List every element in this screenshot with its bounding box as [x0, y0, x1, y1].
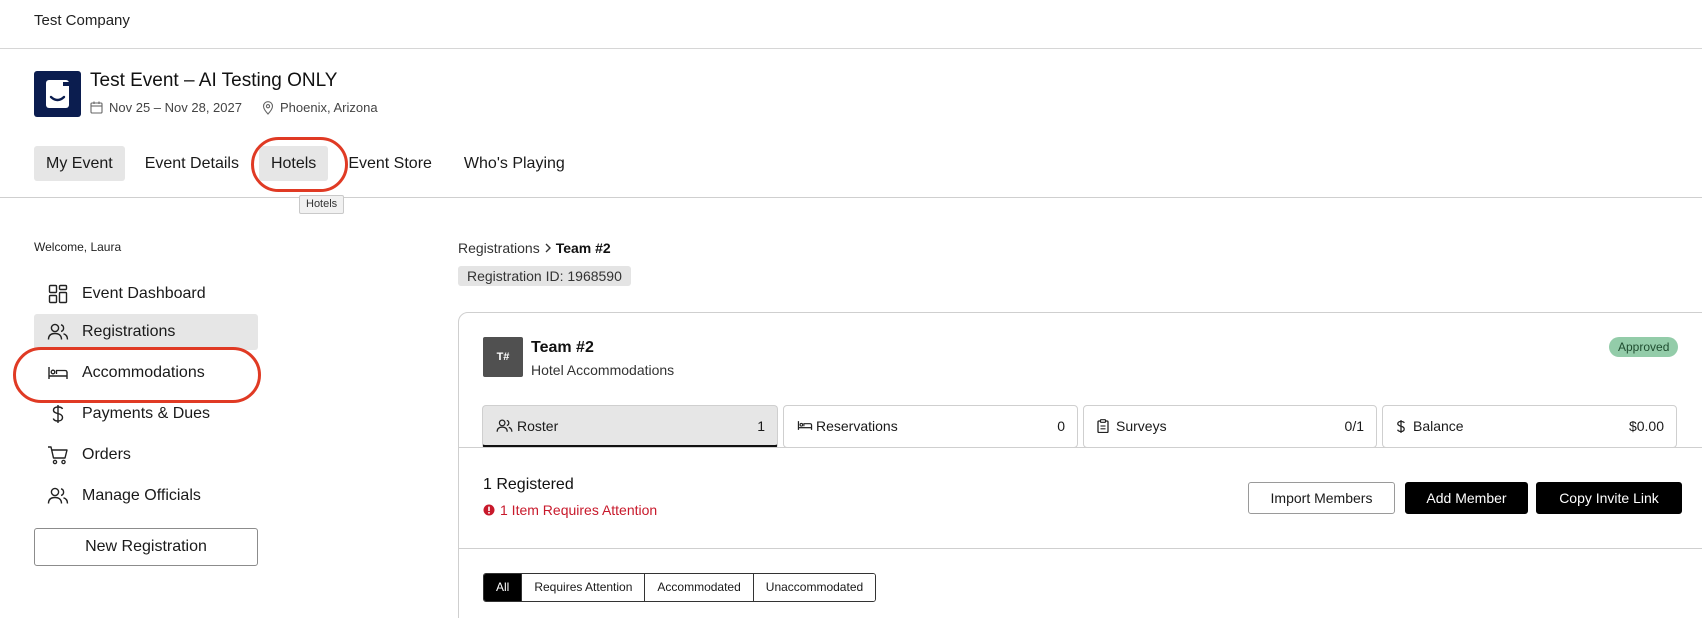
attention-text: 1 Item Requires Attention — [500, 502, 658, 518]
team-avatar: T# — [483, 337, 523, 377]
nav-divider — [0, 197, 1702, 198]
users-icon — [34, 487, 82, 505]
location-pin-icon — [262, 100, 274, 115]
bed-icon — [797, 419, 813, 432]
sidebar-item-accommodations[interactable]: Accommodations — [34, 355, 258, 391]
sidebar-item-label: Orders — [82, 446, 131, 463]
clipboard-icon — [1097, 419, 1109, 433]
bed-icon — [34, 365, 82, 381]
sidebar-item-label: Event Dashboard — [82, 285, 206, 302]
roster-label: Roster — [517, 418, 559, 434]
users-icon — [496, 419, 513, 433]
team-name: Team #2 — [531, 339, 594, 356]
sidebar-item-payments-dues[interactable]: Payments & Dues — [34, 396, 258, 432]
tab-surveys[interactable]: Surveys 0/1 — [1083, 405, 1377, 448]
tab-roster[interactable]: Roster 1 — [482, 405, 778, 448]
event-nav: My Event Event Details Hotels Event Stor… — [34, 146, 577, 181]
event-dates: Nov 25 – Nov 28, 2027 — [109, 100, 242, 115]
surveys-count: 0/1 — [1344, 418, 1364, 434]
sidebar-item-label: Payments & Dues — [82, 405, 211, 422]
team-subtitle: Hotel Accommodations — [531, 362, 675, 378]
top-bar: Test Company — [0, 0, 1702, 49]
sidebar-item-event-dashboard[interactable]: Event Dashboard — [34, 276, 258, 312]
hotels-tooltip: Hotels — [299, 195, 345, 214]
chevron-right-icon — [544, 240, 552, 256]
sidebar-item-label: Accommodations — [82, 364, 205, 381]
tab-event-store[interactable]: Event Store — [336, 146, 444, 181]
dollar-icon — [34, 404, 82, 424]
breadcrumb-parent-link[interactable]: Registrations — [458, 240, 540, 256]
tab-my-event[interactable]: My Event — [34, 146, 125, 181]
balance-label: Balance — [1413, 418, 1464, 434]
company-name[interactable]: Test Company — [34, 12, 130, 29]
registration-id-badge: Registration ID: 1968590 — [458, 266, 631, 286]
cart-icon — [34, 445, 82, 465]
calendar-icon — [90, 101, 103, 114]
reservations-label: Reservations — [816, 418, 898, 434]
sidebar-item-manage-officials[interactable]: Manage Officials — [34, 478, 258, 514]
users-icon — [34, 323, 82, 341]
welcome-text: Welcome, Laura — [34, 240, 122, 254]
add-member-button[interactable]: Add Member — [1405, 482, 1528, 514]
breadcrumb-current: Team #2 — [555, 240, 611, 256]
tab-balance[interactable]: Balance $0.00 — [1382, 405, 1677, 448]
filter-segmented-control: All Requires Attention Accommodated Unac… — [483, 573, 877, 602]
import-members-button[interactable]: Import Members — [1248, 482, 1395, 514]
tab-reservations[interactable]: Reservations 0 — [783, 405, 1078, 448]
new-registration-button[interactable]: New Registration — [34, 528, 258, 566]
registered-count: 1 Registered — [483, 476, 574, 493]
roster-count: 1 — [757, 418, 765, 434]
surveys-label: Surveys — [1116, 418, 1167, 434]
tab-hotels[interactable]: Hotels — [258, 146, 329, 181]
breadcrumb: Registrations Team #2 — [458, 240, 611, 256]
event-meta: Nov 25 – Nov 28, 2027 Phoenix, Arizona — [90, 100, 378, 115]
filter-unaccommodated[interactable]: Unaccommodated — [753, 574, 876, 601]
filter-accommodated[interactable]: Accommodated — [645, 574, 754, 601]
reservations-count: 0 — [1057, 418, 1065, 434]
attention-notice: 1 Item Requires Attention — [483, 502, 657, 518]
balance-amount: $0.00 — [1628, 418, 1664, 434]
sidebar-item-orders[interactable]: Orders — [34, 437, 258, 473]
tab-event-details[interactable]: Event Details — [133, 146, 251, 181]
section-divider — [459, 548, 1702, 549]
alert-circle-icon — [483, 504, 495, 516]
filter-requires-attention[interactable]: Requires Attention — [522, 574, 646, 601]
stats-divider — [459, 447, 1702, 448]
sidebar-item-registrations[interactable]: Registrations — [34, 314, 258, 350]
dollar-icon — [1396, 419, 1406, 434]
sidebar-item-label: Manage Officials — [82, 487, 201, 504]
copy-invite-link-button[interactable]: Copy Invite Link — [1536, 482, 1682, 514]
dashboard-icon — [34, 284, 82, 304]
event-title: Test Event – AI Testing ONLY — [90, 70, 338, 91]
event-logo — [34, 71, 81, 117]
tab-whos-playing[interactable]: Who's Playing — [452, 146, 577, 181]
filter-all[interactable]: All — [484, 574, 523, 601]
sidebar-item-label: Registrations — [82, 323, 176, 340]
event-location: Phoenix, Arizona — [279, 100, 378, 115]
status-badge: Approved — [1609, 337, 1679, 357]
